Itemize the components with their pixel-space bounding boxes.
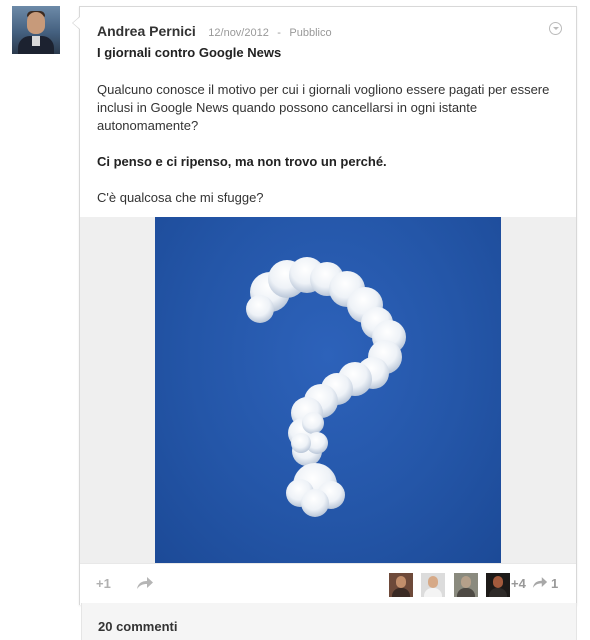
post-visibility[interactable]: Pubblico bbox=[289, 27, 331, 39]
post-paragraph-bold: Ci penso e ci ripenso, ma non trovo un p… bbox=[97, 154, 387, 169]
plus-one-button[interactable]: +1 bbox=[96, 576, 111, 591]
post-body: Qualcuno conosce il motivo per cui i gio… bbox=[97, 81, 567, 207]
card-notch bbox=[73, 17, 80, 29]
reshare-count[interactable]: 1 bbox=[551, 576, 558, 591]
plus-oner-avatar[interactable] bbox=[421, 573, 446, 597]
question-mark-cloud-icon bbox=[246, 257, 406, 517]
reshare-icon[interactable] bbox=[532, 576, 548, 589]
plus-one-count[interactable]: +4 bbox=[511, 576, 526, 591]
share-arrow-icon[interactable] bbox=[136, 576, 154, 590]
post-menu-icon[interactable] bbox=[549, 22, 562, 35]
post-header: Andrea Pernici 12/nov/2012 - Pubblico bbox=[97, 23, 332, 41]
author-avatar[interactable] bbox=[12, 6, 60, 54]
comments-count-label[interactable]: 20 commenti bbox=[98, 619, 177, 634]
plus-oner-avatar[interactable] bbox=[486, 573, 511, 597]
plus-oners-list bbox=[389, 573, 514, 597]
post-actions-bar: +1 +4 1 bbox=[80, 563, 576, 605]
post-image[interactable] bbox=[155, 217, 501, 563]
plus-oner-avatar[interactable] bbox=[389, 573, 413, 597]
post-card: Andrea Pernici 12/nov/2012 - Pubblico I … bbox=[79, 6, 577, 605]
meta-separator: - bbox=[277, 27, 281, 39]
post-image-area[interactable] bbox=[80, 217, 576, 563]
comments-bar[interactable]: 20 commenti bbox=[81, 603, 577, 640]
author-name[interactable]: Andrea Pernici bbox=[97, 23, 196, 39]
post-paragraph: Qualcuno conosce il motivo per cui i gio… bbox=[97, 82, 550, 133]
post-paragraph: C'è qualcosa che mi sfugge? bbox=[97, 190, 264, 205]
post-title: I giornali contro Google News bbox=[97, 45, 282, 60]
avatar-face bbox=[27, 12, 45, 34]
plus-oner-avatar[interactable] bbox=[453, 573, 478, 597]
post-date[interactable]: 12/nov/2012 bbox=[208, 27, 269, 39]
avatar-collar bbox=[32, 36, 40, 46]
